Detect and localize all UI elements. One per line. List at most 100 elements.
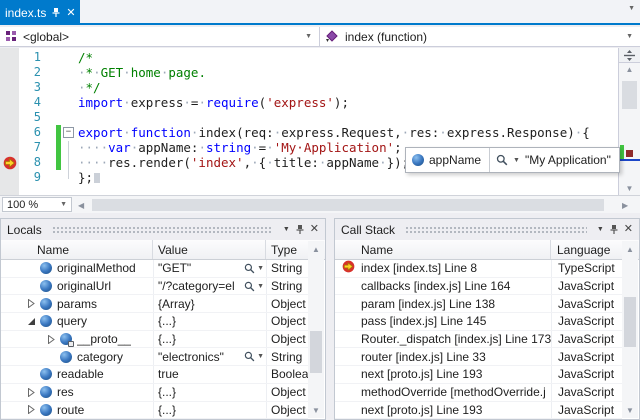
callstack-row[interactable]: next [proto.js] Line 193 JavaScript — [335, 366, 622, 384]
code-editor[interactable]: 1 /* 2 ·*·GET·home·page. 3 ·*/ 4 import·… — [0, 48, 640, 195]
scroll-left-icon[interactable]: ◀ — [78, 201, 90, 210]
chevron-down-icon[interactable]: ▼ — [305, 33, 312, 40]
locals-row[interactable]: res {...} Object — [1, 384, 308, 402]
scroll-down-icon[interactable]: ▼ — [619, 184, 640, 193]
magnifier-icon[interactable] — [496, 154, 508, 166]
scrollbar-thumb[interactable] — [310, 331, 322, 373]
magnifier-button[interactable]: ▼ — [244, 281, 266, 292]
code-line[interactable]: 3 ·*/ — [0, 80, 615, 95]
locals-row[interactable]: query {...} Object — [1, 313, 308, 331]
frame-icon-cell — [335, 331, 361, 348]
callstack-row[interactable]: index [index.ts] Line 8 TypeScript — [335, 260, 622, 278]
callstack-row[interactable]: pass [index.js] Line 145 JavaScript — [335, 313, 622, 331]
pin-icon[interactable] — [609, 224, 619, 235]
callstack-title-bar[interactable]: Call Stack ▼ ✕ — [335, 219, 639, 240]
drag-grip[interactable] — [52, 226, 273, 233]
locals-row[interactable]: __proto__ {...} Object — [1, 331, 308, 349]
variable-icon — [412, 154, 424, 166]
expander-icon[interactable] — [25, 388, 38, 397]
variable-value: "electronics" — [158, 350, 244, 364]
pin-icon[interactable] — [51, 7, 61, 18]
callstack-scrollbar[interactable]: ▲ ▼ — [622, 241, 638, 418]
close-icon[interactable]: ✕ — [310, 224, 319, 235]
line-number[interactable]: 1 — [0, 50, 47, 65]
line-number[interactable]: 6 — [0, 125, 47, 140]
close-icon[interactable]: ✕ — [624, 224, 633, 235]
column-header-value[interactable]: Value — [153, 240, 266, 259]
locals-title-bar[interactable]: Locals ▼ ✕ — [1, 219, 325, 240]
magnifier-button[interactable]: ▼ — [244, 263, 266, 274]
visualizer-dropdown-icon[interactable]: ▼ — [257, 353, 264, 360]
window-menu-icon[interactable]: ▼ — [283, 226, 290, 233]
editor-vertical-scrollbar[interactable]: ▲ ▼ — [618, 48, 640, 195]
scroll-up-icon[interactable]: ▲ — [308, 245, 324, 254]
datatip-name-cell[interactable]: appName — [406, 148, 489, 172]
locals-row[interactable]: route {...} Object — [1, 402, 308, 420]
code-line[interactable]: 5 — [0, 110, 615, 125]
magnifier-button[interactable]: ▼ — [244, 351, 266, 362]
locals-row[interactable]: readable true Boolean — [1, 366, 308, 384]
variable-type: Boolean — [266, 366, 308, 383]
close-icon[interactable]: ✕ — [66, 6, 75, 19]
collapse-box-icon[interactable]: − — [63, 127, 74, 138]
visualizer-dropdown-icon[interactable]: ▼ — [513, 157, 520, 164]
callstack-row[interactable]: router [index.js] Line 33 JavaScript — [335, 348, 622, 366]
line-number[interactable]: 4 — [0, 95, 47, 110]
line-number[interactable]: 7 — [0, 140, 47, 155]
expander-icon[interactable] — [45, 335, 58, 344]
scrollbar-thumb[interactable] — [622, 81, 637, 109]
document-tab[interactable]: index.ts ✕ — [0, 0, 80, 25]
line-number[interactable]: 5 — [0, 110, 47, 125]
code-line[interactable]: 2 ·*·GET·home·page. — [0, 65, 615, 80]
frame-language: JavaScript — [551, 313, 622, 330]
code-line[interactable]: 4 import·express·=·require('express'); — [0, 95, 615, 110]
visualizer-dropdown-icon[interactable]: ▼ — [257, 283, 264, 290]
code-token: · — [251, 155, 259, 170]
expander-icon[interactable] — [25, 317, 38, 326]
column-header-name[interactable]: Name — [335, 240, 551, 259]
variable-value: {...} — [158, 385, 266, 399]
scroll-up-icon[interactable]: ▲ — [619, 65, 640, 74]
drag-grip[interactable] — [405, 226, 587, 233]
scroll-down-icon[interactable]: ▼ — [622, 406, 638, 415]
scroll-right-icon[interactable]: ▶ — [622, 201, 634, 210]
line-number[interactable]: 2 — [0, 65, 47, 80]
expander-icon[interactable] — [25, 299, 38, 308]
locals-scrollbar[interactable]: ▲ ▼ — [308, 241, 324, 418]
callstack-row[interactable]: methodOverride [methodOverride.j JavaScr… — [335, 384, 622, 402]
scrollbar-thumb[interactable] — [624, 297, 636, 347]
visualizer-dropdown-icon[interactable]: ▼ — [257, 265, 264, 272]
code-line[interactable]: 6 − export·function·index(req:·express.R… — [0, 125, 615, 140]
chevron-down-icon[interactable]: ▼ — [60, 201, 67, 208]
code-token: · — [198, 140, 206, 155]
scroll-down-icon[interactable]: ▼ — [308, 406, 324, 415]
scope-dropdown[interactable]: <global> ▼ — [0, 27, 320, 46]
callstack-row[interactable]: next [proto.js] Line 193 JavaScript — [335, 402, 622, 420]
datatip-value-cell[interactable]: ▼ "My Application" — [489, 148, 619, 172]
locals-row[interactable]: originalMethod "GET" ▼ String — [1, 260, 308, 278]
breakpoint-current-statement-icon[interactable] — [3, 156, 17, 173]
line-number[interactable]: 3 — [0, 80, 47, 95]
pin-icon[interactable] — [295, 224, 305, 235]
tab-overflow-icon[interactable]: ▼ — [628, 5, 635, 12]
fold-margin: − — [61, 125, 78, 140]
callstack-row[interactable]: param [index.js] Line 138 JavaScript — [335, 295, 622, 313]
callstack-row[interactable]: callbacks [index.js] Line 164 JavaScript — [335, 278, 622, 296]
zoom-dropdown[interactable]: 100 % ▼ — [2, 197, 72, 212]
locals-row[interactable]: originalUrl "/?category=el ▼ String — [1, 278, 308, 296]
horizontal-scrollbar-thumb[interactable] — [92, 199, 604, 211]
code-token: 'index' — [191, 155, 244, 170]
code-text: ····res.render('index',·{·title:·appName… — [78, 155, 409, 170]
splitter-handle-icon[interactable] — [619, 48, 640, 63]
expander-icon[interactable] — [25, 405, 38, 414]
code-token: · — [123, 65, 131, 80]
callstack-row[interactable]: Router._dispatch [index.js] Line 173 Jav… — [335, 331, 622, 349]
locals-row[interactable]: params {Array} Object — [1, 295, 308, 313]
code-line[interactable]: 1 /* — [0, 50, 615, 65]
member-dropdown[interactable]: ▾ index (function) ▼ — [320, 27, 640, 46]
locals-row[interactable]: category "electronics" ▼ String — [1, 348, 308, 366]
window-menu-icon[interactable]: ▼ — [597, 226, 604, 233]
column-header-name[interactable]: Name — [1, 240, 153, 259]
scroll-up-icon[interactable]: ▲ — [622, 245, 638, 254]
chevron-down-icon[interactable]: ▼ — [626, 33, 633, 40]
